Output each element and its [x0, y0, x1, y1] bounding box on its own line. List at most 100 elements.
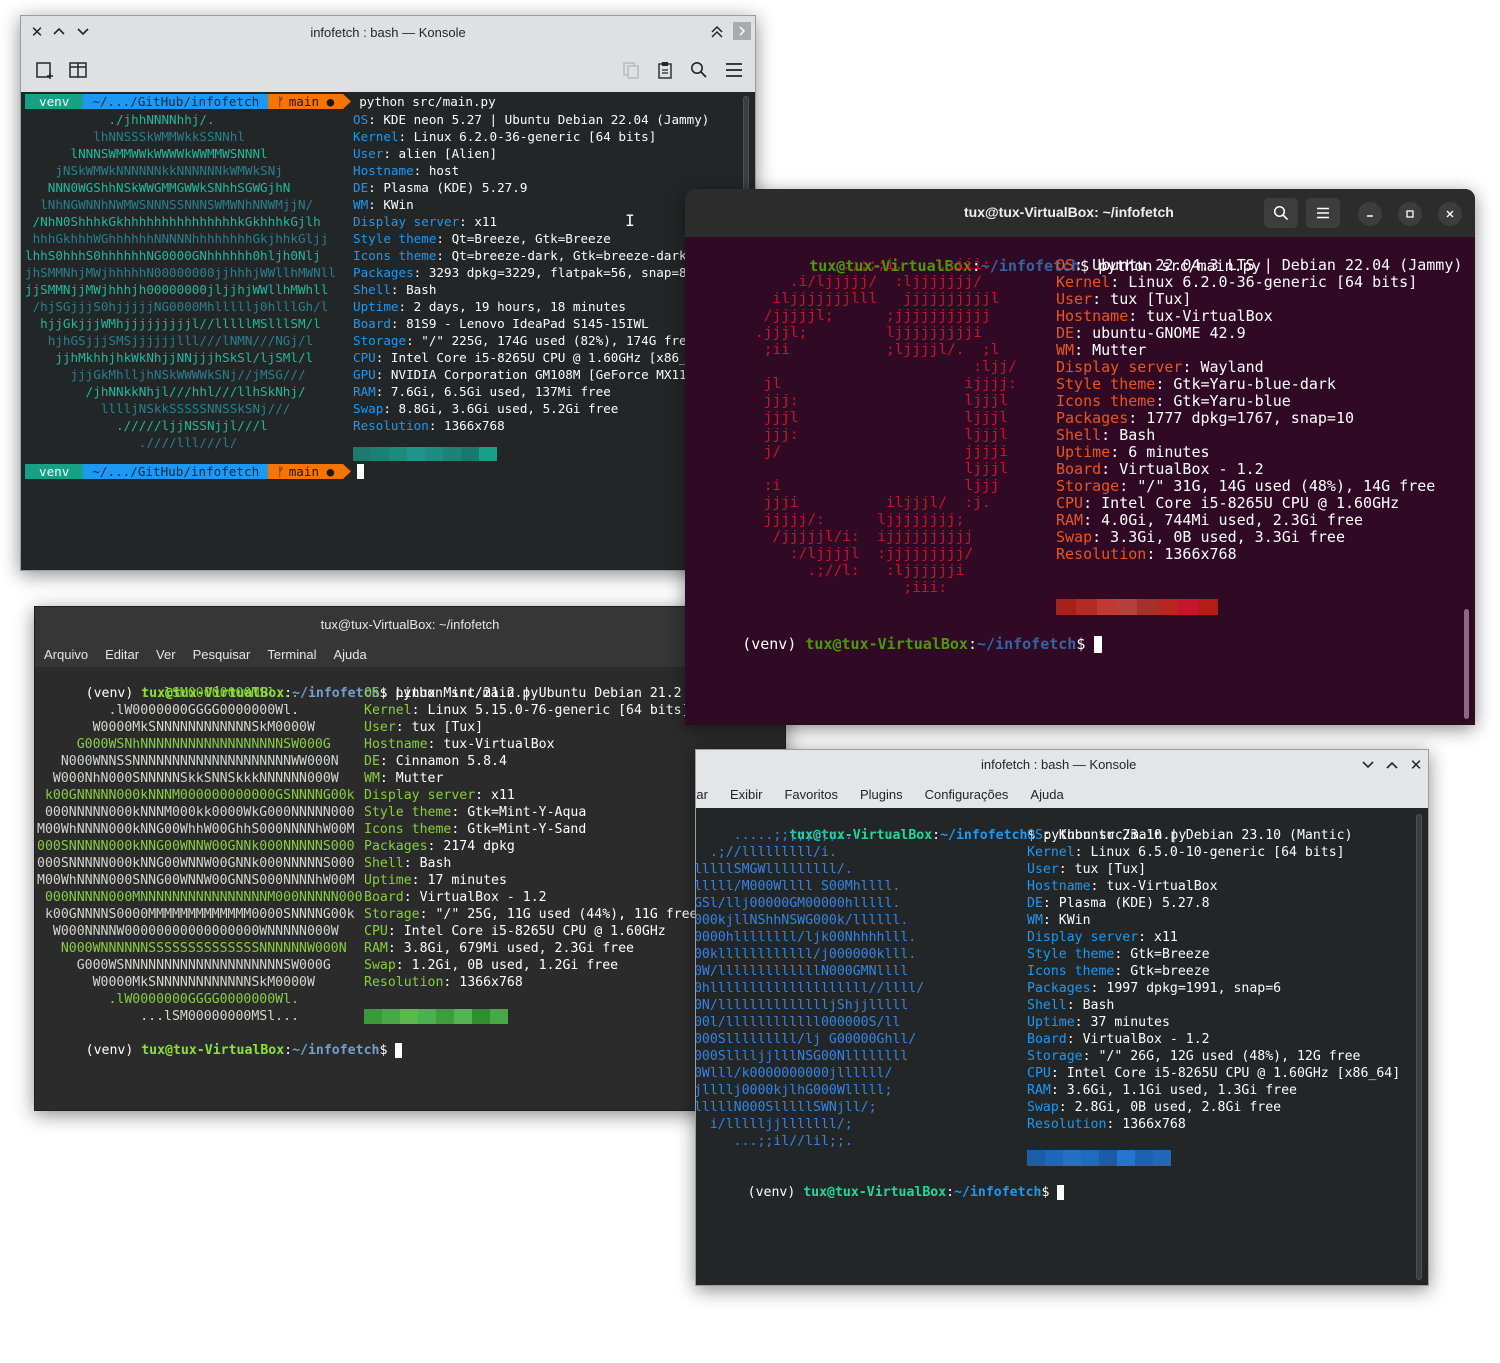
info-key: Swap — [1027, 1100, 1059, 1115]
scrollbar[interactable] — [1416, 814, 1422, 1280]
menu-item-pesquisar[interactable]: Pesquisar — [193, 647, 251, 662]
info-value: : Gtk=Yaru-blue — [1155, 392, 1291, 410]
ascii-logo-line: .i/ljjjjj/ :ljjjjjjj/ — [755, 274, 982, 290]
ascii-logo-line: 000NNNNN000kNNNM000kk0000WkG000NNNNN000 — [37, 805, 355, 820]
info-key: Kernel — [1027, 845, 1075, 860]
swatch-block — [1081, 1150, 1099, 1166]
ascii-logo-line: hjjGkjjjWMhjjjjjjjjjl//lllllMSlllSM/l — [25, 316, 321, 331]
chevron-up-icon[interactable] — [51, 23, 67, 39]
minimize-icon[interactable] — [1358, 202, 1382, 226]
info-key: Display server — [364, 788, 476, 803]
menu-item-exibir[interactable]: Exibir — [730, 787, 763, 802]
info-key: Style theme — [353, 231, 437, 246]
menu-item-ver[interactable]: Ver — [156, 647, 176, 662]
info-line: Packages: 1997 dpkg=1991, snap=6 — [1027, 980, 1400, 997]
info-line: Hostname: tux-VirtualBox — [364, 736, 697, 753]
ascii-logo-line: W0000MkSNNNNNNNNNNNNSkM0000W — [37, 975, 315, 990]
window-titlebar[interactable]: ✕ infofetch : bash — Konsole — [21, 16, 755, 48]
info-line: Display server: x11 — [1027, 929, 1400, 946]
ascii-logo-line: jl ijjjj: — [755, 376, 1017, 392]
menu-item-ajuda[interactable]: Ajuda — [334, 647, 367, 662]
info-key: CPU — [364, 924, 388, 939]
chevron-up-icon[interactable] — [1384, 757, 1400, 773]
ubuntu-terminal-window[interactable]: tux@tux-VirtualBox: ~/infofetch tux@tux-… — [685, 189, 1475, 725]
menu-item-configuracoes[interactable]: Configurações — [925, 787, 1009, 802]
color-swatch — [1056, 599, 1218, 615]
swatch-block — [1137, 599, 1158, 615]
mint-terminal-window[interactable]: tux@tux-VirtualBox: ~/infofetch Arquivo … — [34, 606, 786, 1111]
scroll-toggle-icon[interactable] — [733, 22, 751, 40]
terminal-area[interactable]: (venv) tux@tux-VirtualBox:~/infofetch$ p… — [35, 667, 775, 1110]
info-line: Uptime: 37 minutes — [1027, 1014, 1400, 1031]
info-value: : Bash — [403, 856, 452, 871]
info-value: : 81S9 - Lenovo IdeaPad S145-15IWL — [390, 316, 649, 331]
ascii-logo-line: G000WSNhNNNNNNNNNNNNNNNNNNSW000G — [37, 737, 331, 752]
info-line: Shell: Bash — [364, 855, 697, 872]
window-titlebar[interactable]: infofetch : bash — Konsole ✕ — [696, 750, 1428, 780]
info-key: RAM — [364, 941, 388, 956]
info-value: : KDE neon 5.27 | Ubuntu Debian 22.04 (J… — [368, 112, 710, 127]
chevron-down-icon[interactable] — [75, 24, 91, 40]
ascii-logo-line: hjhGSjjjSMSjjjjjjlll///lNMN///NGj/l — [25, 333, 314, 348]
kubuntu-konsole-window[interactable]: infofetch : bash — Konsole ✕ Editar Exib… — [695, 749, 1429, 1286]
keep-above-icon[interactable] — [709, 24, 725, 40]
ascii-logo-line: G000WSNNNNNNNNNNNNNNNNNNNNSW000G — [37, 958, 331, 973]
close-icon[interactable] — [1438, 202, 1462, 226]
info-line: Display server: x11 — [353, 213, 709, 230]
prompt-line-2: (venv) tux@tux-VirtualBox:~/infofetch$ — [688, 617, 1103, 671]
terminal-area[interactable]: tux@tux-VirtualBox:~/infofetch$ python s… — [685, 237, 1465, 725]
info-value: : tux [Tux] — [395, 720, 484, 735]
info-value: : Plasma (KDE) 5.27.8 — [1042, 896, 1210, 911]
info-key: Board — [1027, 1032, 1067, 1047]
menu-bar: Editar Exibir Favoritos Plugins Configur… — [696, 780, 1428, 808]
window-titlebar[interactable]: tux@tux-VirtualBox: ~/infofetch — [35, 607, 785, 641]
menu-item-favoritos[interactable]: Favoritos — [784, 787, 837, 802]
ascii-logo-line: 0W/lllllllllllllN000GMNllll — [696, 964, 909, 979]
info-value: : 2174 dpkg — [427, 839, 515, 854]
window-titlebar[interactable]: tux@tux-VirtualBox: ~/infofetch — [685, 189, 1475, 237]
menu-item-editar[interactable]: Editar — [105, 647, 139, 662]
info-value: : Ubuntu 22.04.3 LTS | Debian 22.04 (Jam… — [1074, 256, 1463, 274]
info-value: : Linux Mint 21.2 | Ubuntu Debian 21.2 — [379, 686, 682, 701]
swatch-block — [1045, 1150, 1063, 1166]
swatch-block — [1063, 1150, 1081, 1166]
menu-item-terminal[interactable]: Terminal — [267, 647, 316, 662]
konsole-window-kde-neon[interactable]: ✕ infofetch : bash — Konsole venv ~/.../… — [20, 15, 756, 571]
swatch-block — [400, 1009, 418, 1024]
ascii-logo-line: 000kjllNShhNSWG000k/llllll. — [696, 913, 909, 928]
info-value: : "/" 31G, 14G used (48%), 14G free — [1119, 477, 1436, 495]
search-icon[interactable] — [1264, 198, 1298, 228]
menu-item-plugins[interactable]: Plugins — [860, 787, 903, 802]
search-icon[interactable] — [687, 58, 711, 82]
menu-item-editar[interactable]: Editar — [696, 787, 708, 802]
chevron-down-icon[interactable] — [1360, 757, 1376, 773]
color-swatch — [364, 1009, 508, 1024]
terminal-area[interactable]: venv ~/.../GitHub/infofetch ᚠ main ● pyt… — [21, 92, 745, 570]
close-icon[interactable]: ✕ — [29, 24, 45, 41]
close-icon[interactable]: ✕ — [1408, 757, 1424, 774]
paste-icon[interactable] — [653, 58, 677, 82]
info-key: Uptime — [1056, 443, 1111, 461]
scrollbar[interactable] — [1464, 609, 1469, 719]
info-line: DE: ubuntu-GNOME 42.9 — [1056, 325, 1462, 342]
ascii-logo-line: 000SNNNNN000kNNG00WNNW00GNNk000NNNNNS000 — [37, 856, 355, 871]
new-tab-icon[interactable] — [33, 58, 57, 82]
menu-icon[interactable] — [1306, 198, 1340, 228]
ascii-logo-line: .;;;;i. .;iii: — [755, 257, 991, 273]
info-line: Shell: Bash — [1056, 427, 1462, 444]
prompt-user-host: tux@tux-VirtualBox — [803, 1185, 947, 1200]
prompt-dollar: $ — [1076, 635, 1086, 653]
info-value: : Gtk=breeze — [1114, 964, 1210, 979]
ascii-logo-line: lNhNGWNNhNWMWSNNNSSNNNSWMWNhNNWMjjN/ — [25, 197, 314, 212]
terminal-area[interactable]: (venv) tux@tux-VirtualBox:~/infofetch$ p… — [696, 808, 1412, 1285]
info-line: Board: VirtualBox - 1.2 — [1027, 1031, 1400, 1048]
menu-item-arquivo[interactable]: Arquivo — [44, 647, 88, 662]
menu-icon[interactable] — [722, 58, 746, 82]
split-view-icon[interactable] — [66, 58, 90, 82]
maximize-icon[interactable] — [1398, 202, 1422, 226]
info-line: Kernel: Linux 6.2.0-36-generic [64 bits] — [353, 128, 709, 145]
info-value: : 4.0Gi, 744Mi used, 2.3Gi free — [1083, 511, 1364, 529]
copy-icon[interactable] — [619, 58, 643, 82]
info-line: Style theme: Gtk=Mint-Y-Aqua — [364, 804, 697, 821]
menu-item-ajuda[interactable]: Ajuda — [1030, 787, 1063, 802]
